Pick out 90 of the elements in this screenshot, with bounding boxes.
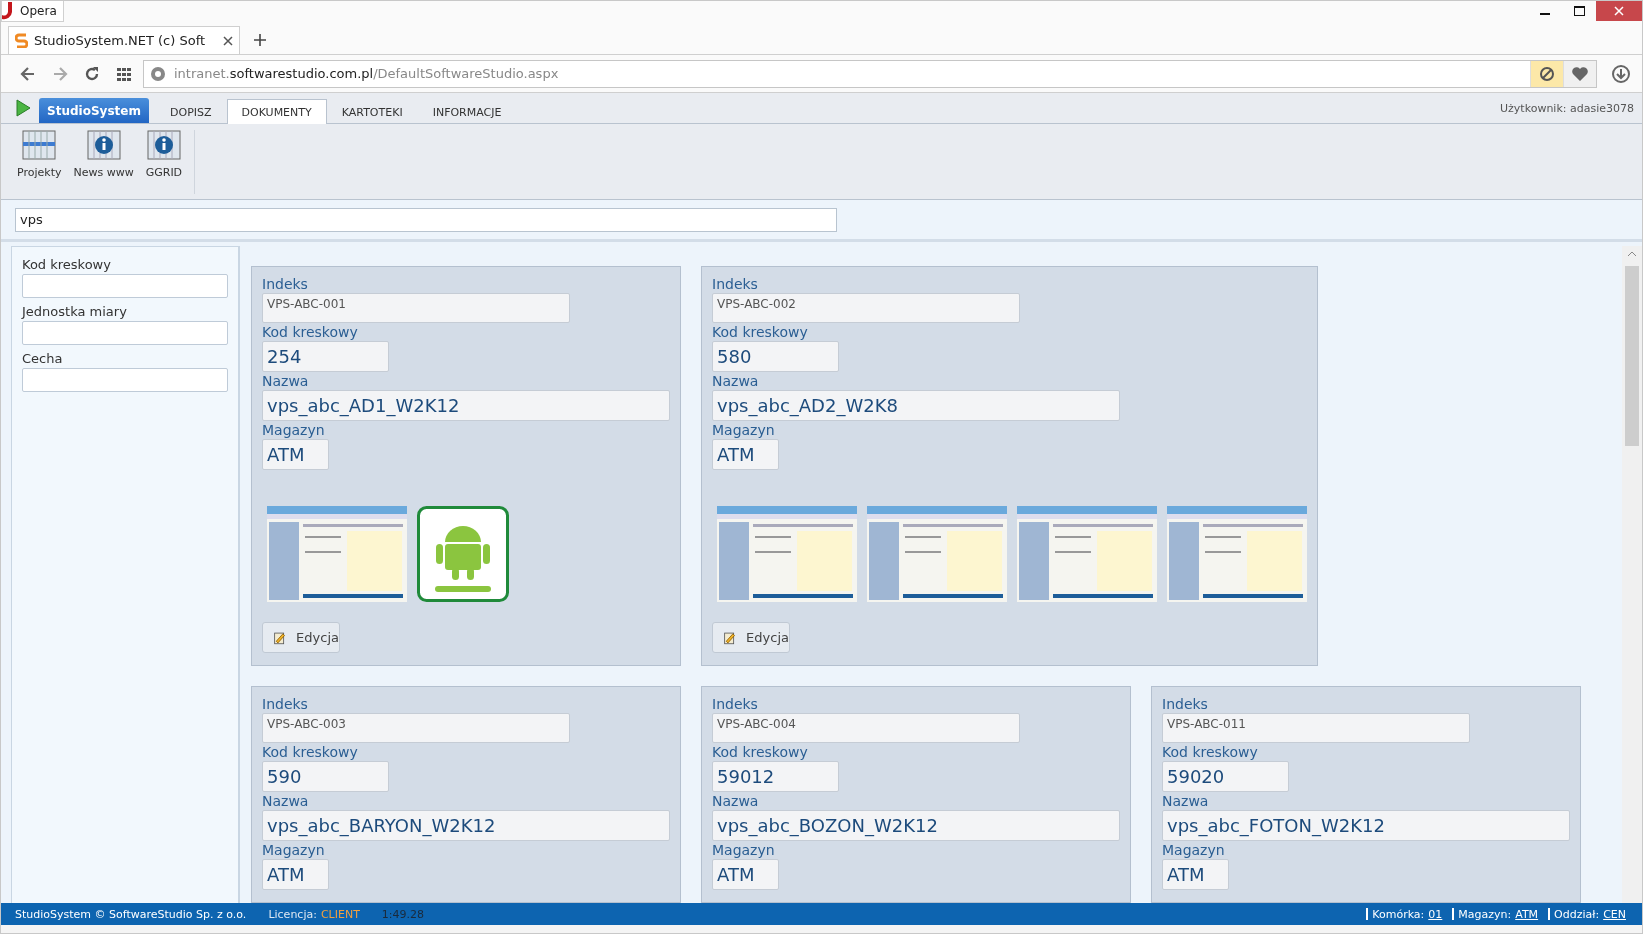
menu-tab[interactable]: KARTOTEKI [326,99,418,124]
scrollbar[interactable] [1622,246,1642,903]
field-label: Kod kreskowy [262,743,359,761]
field-label: Kod kreskowy [1162,743,1259,761]
time-text: 1:49.28 [381,907,425,921]
field-label: Indeks [1162,695,1209,713]
status-link[interactable]: CEN [1603,907,1626,921]
field-label: Kod kreskowy [712,743,809,761]
field-value: ATM [712,439,779,470]
menu-tab[interactable]: DOPISZ [155,99,227,124]
filter-input[interactable] [22,274,228,298]
status-label: Magazyn: [1458,907,1512,921]
info-icon [146,130,181,160]
field-label: Kod kreskowy [262,323,359,341]
new-tab-icon[interactable] [254,34,266,46]
field-label: Nazwa [1162,792,1210,810]
edit-icon [723,629,737,646]
window-title: Opera [1,1,64,22]
ribbon-button[interactable]: Projekty [13,130,66,194]
field-value: 254 [262,341,389,372]
field-value: vps_abc_BOZON_W2K12 [712,810,1120,841]
maximize-icon[interactable] [1573,6,1585,16]
copyright-text: StudioSystem © SoftwareStudio Sp. z o.o. [15,907,247,921]
field-value: vps_abc_BARYON_W2K12 [262,810,670,841]
field-value: 580 [712,341,839,372]
filter-label: Kod kreskowy [22,257,112,272]
user-label: Użytkownik: adasie3078 [1500,101,1634,115]
filter-input[interactable] [22,368,228,392]
field-value: VPS-ABC-003 [262,713,570,743]
field-label: Magazyn [1162,841,1226,859]
field-label: Magazyn [262,841,326,859]
browser-tab[interactable]: StudioSystem.NET (c) Soft [8,26,240,54]
field-value: ATM [1162,859,1229,890]
info-icon [86,130,121,160]
license-label: Licencja: [268,907,317,921]
field-value: 59012 [712,761,839,792]
field-label: Indeks [712,275,759,293]
filter-label: Cecha [22,351,64,366]
field-label: Indeks [712,695,759,713]
block-icon[interactable] [1530,60,1563,87]
field-label: Nazwa [712,372,760,390]
field-label: Nazwa [262,792,310,810]
filter-label: Jednostka miary [22,304,128,319]
field-value: 59020 [1162,761,1289,792]
edit-button[interactable]: Edycja [712,622,790,653]
status-link[interactable]: ATM [1515,907,1539,921]
field-label: Magazyn [712,841,776,859]
menu-tab[interactable]: DOKUMENTY [226,99,327,124]
field-value: ATM [712,859,779,890]
edit-button[interactable]: Edycja [262,622,340,653]
field-label: Nazwa [262,372,310,390]
field-value: ATM [262,439,329,470]
menu-tab[interactable]: INFORMACJE [417,99,517,124]
status-link[interactable]: 01 [1428,907,1443,921]
license-value: CLIENT [320,907,360,921]
field-value: 590 [262,761,389,792]
ribbon-button[interactable]: GGRID [141,130,187,194]
site-info-icon[interactable] [150,65,166,82]
play-icon[interactable] [15,99,31,117]
status-label: Oddział: [1554,907,1600,921]
scroll-up-icon[interactable] [1627,250,1637,258]
ribbon-button[interactable]: News www [69,130,138,194]
field-label: Indeks [262,275,309,293]
field-value: VPS-ABC-001 [262,293,570,323]
address-field[interactable]: intranet.softwarestudio.com.pl/DefaultSoftwareStudio.aspx [143,59,1597,88]
download-icon[interactable] [1611,63,1631,84]
field-value: VPS-ABC-011 [1162,713,1470,743]
studiosystem-button[interactable]: StudioSystem [39,98,149,123]
field-value: VPS-ABC-002 [712,293,1020,323]
site-logo-icon [15,33,28,48]
field-label: Magazyn [262,421,326,439]
scroll-thumb[interactable] [1625,266,1639,446]
close-icon[interactable] [223,35,233,46]
field-value: VPS-ABC-004 [712,713,1020,743]
calendar-icon [22,130,57,160]
filter-input[interactable] [22,321,228,345]
opera-logo-icon [2,2,14,20]
field-label: Magazyn [712,421,776,439]
edit-icon [273,629,287,646]
field-value: ATM [262,859,329,890]
field-label: Kod kreskowy [712,323,809,341]
search-field[interactable]: vps [15,207,837,232]
status-label: Komórka: [1372,907,1425,921]
field-label: Nazwa [712,792,760,810]
close-icon [1614,6,1624,16]
url-text: intranet.softwarestudio.com.pl/DefaultSoftwareStudio.aspx [173,66,560,81]
field-value: vps_abc_FOTON_W2K12 [1162,810,1570,841]
field-label: Indeks [262,695,309,713]
field-value: vps_abc_AD1_W2K12 [262,390,670,421]
field-value: vps_abc_AD2_W2K8 [712,390,1120,421]
